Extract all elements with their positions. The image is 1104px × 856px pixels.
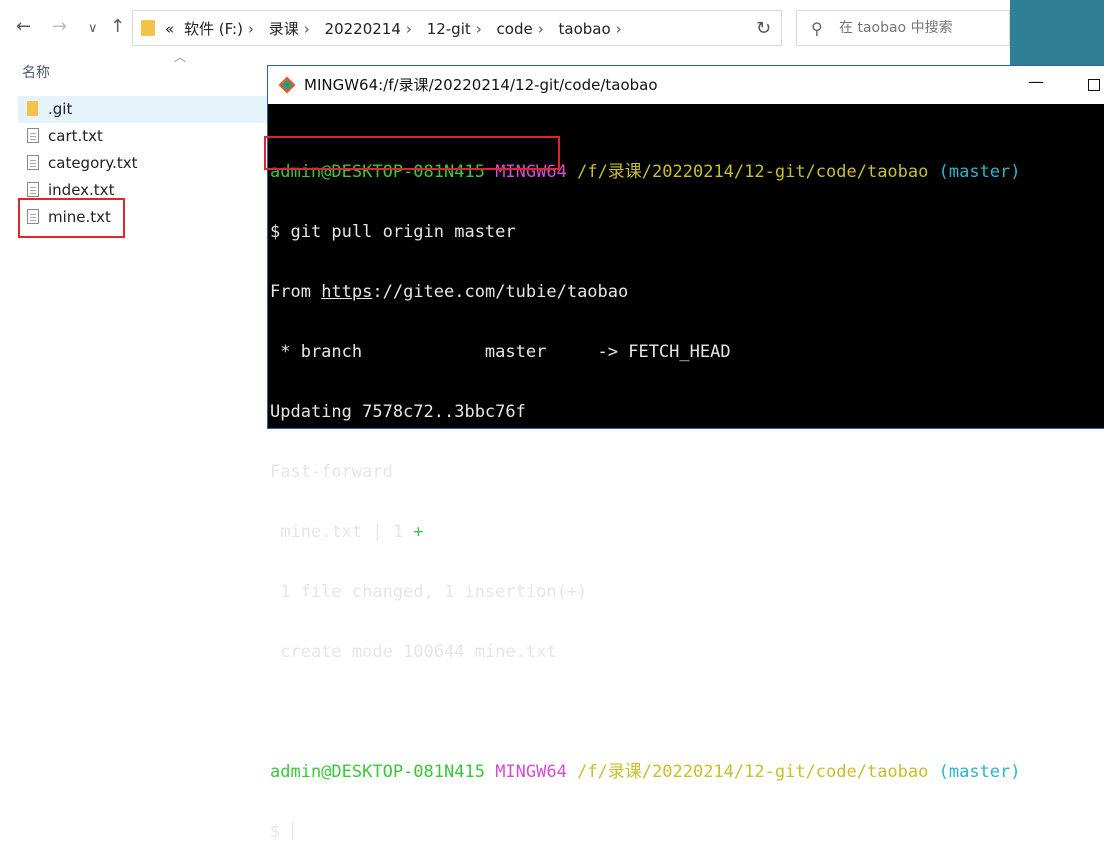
- output-line: * branch master -> FETCH_HEAD: [270, 342, 731, 362]
- input-line[interactable]: $: [270, 822, 1021, 842]
- search-input[interactable]: [837, 19, 1007, 37]
- refresh-icon: ↻: [755, 18, 772, 39]
- prompt-user: admin@DESKTOP-081N415: [270, 762, 485, 782]
- search-box[interactable]: ⚲: [796, 10, 1010, 46]
- output-from-prefix: From: [270, 282, 322, 302]
- recent-locations-button[interactable]: ∨: [88, 19, 98, 39]
- chevron-right-icon[interactable]: ›: [304, 20, 310, 38]
- output-line: Updating 7578c72..3bbc76f: [270, 402, 526, 422]
- breadcrumb-item[interactable]: 录课: [269, 20, 299, 38]
- breadcrumb-item[interactable]: 软件 (F:): [184, 20, 243, 38]
- text-file-icon: [27, 182, 39, 197]
- prompt-branch: (master): [938, 762, 1021, 782]
- chevron-right-icon[interactable]: ›: [406, 20, 412, 38]
- text-file-icon: [27, 128, 39, 143]
- address-bar[interactable]: « 软件 (F:) › 录课 › 20220214 › 12-git › code › t…: [132, 10, 859, 46]
- refresh-button[interactable]: ↻: [746, 10, 782, 46]
- breadcrumb-item[interactable]: 20220214: [325, 20, 401, 38]
- file-name: category.txt: [48, 154, 138, 172]
- address-toolbar: ← → ∨ ↑ « 软件 (F:) › 录课 › 20220214 › 12-git ›…: [0, 0, 1104, 58]
- folder-icon: [141, 20, 155, 36]
- maximize-button[interactable]: [1088, 79, 1100, 91]
- breadcrumb-item[interactable]: code: [497, 20, 533, 38]
- output-url-scheme[interactable]: https: [321, 282, 372, 302]
- chevron-right-icon[interactable]: ›: [476, 20, 482, 38]
- terminal-title: MINGW64:/f/录课/20220214/12-git/code/taoba…: [304, 76, 658, 94]
- text-file-icon: [27, 155, 39, 170]
- sort-arrow-icon: ︿: [174, 50, 187, 64]
- diffstat-plus: +: [413, 522, 424, 542]
- prompt-line: admin@DESKTOP-081N415 MINGW64 /f/录课/2022…: [270, 762, 1021, 782]
- output-line: Fast-forward: [270, 462, 393, 482]
- command-line: $ git pull origin master: [270, 222, 516, 242]
- terminal-output[interactable]: admin@DESKTOP-081N415 MINGW64 /f/录课/2022…: [270, 122, 1021, 856]
- output-line: create mode 100644 mine.txt: [270, 642, 557, 662]
- output-line: From https://gitee.com/tubie/taobao: [270, 282, 1021, 302]
- up-button[interactable]: ↑: [110, 17, 125, 37]
- breadcrumb: « 软件 (F:) › 录课 › 20220214 › 12-git › code › t…: [165, 19, 632, 39]
- git-bash-logo-icon: [278, 76, 296, 94]
- search-icon: ⚲: [811, 19, 823, 38]
- highlight-box-command: [264, 136, 560, 170]
- git-bash-window[interactable]: MINGW64:/f/录课/20220214/12-git/code/taoba…: [264, 66, 1104, 842]
- terminal-titlebar[interactable]: MINGW64:/f/录课/20220214/12-git/code/taoba…: [268, 66, 1104, 104]
- breadcrumb-item[interactable]: taobao: [559, 20, 611, 38]
- file-name: index.txt: [48, 181, 115, 199]
- minimize-button[interactable]: —: [1028, 72, 1044, 91]
- chevron-right-icon[interactable]: ›: [538, 20, 544, 38]
- folder-icon: [27, 101, 38, 116]
- text-cursor: [292, 822, 294, 840]
- column-header-name[interactable]: 名称: [22, 62, 50, 82]
- breadcrumb-overflow[interactable]: «: [165, 20, 174, 38]
- forward-button[interactable]: →: [52, 17, 67, 37]
- prompt-path: /f/录课/20220214/12-git/code/taobao: [577, 762, 929, 782]
- breadcrumb-item[interactable]: 12-git: [427, 20, 471, 38]
- file-name: .git: [48, 100, 73, 118]
- output-line: mine.txt | 1 +: [270, 522, 1021, 542]
- diffstat-file: mine.txt | 1: [270, 522, 414, 542]
- prompt-path: /f/录课/20220214/12-git/code/taobao: [577, 162, 929, 182]
- output-line: 1 file changed, 1 insertion(+): [270, 582, 588, 602]
- back-button[interactable]: ←: [16, 17, 31, 37]
- chevron-right-icon[interactable]: ›: [616, 20, 622, 38]
- input-prompt: $: [270, 822, 291, 842]
- list-item[interactable]: cart.txt: [18, 123, 268, 150]
- highlight-box-mine-file: [18, 198, 125, 238]
- file-name: cart.txt: [48, 127, 103, 145]
- prompt-shell: MINGW64: [495, 762, 567, 782]
- chevron-right-icon[interactable]: ›: [248, 20, 254, 38]
- prompt-branch: (master): [938, 162, 1021, 182]
- list-item[interactable]: .git: [18, 96, 268, 123]
- list-item[interactable]: category.txt: [18, 150, 268, 177]
- output-url-rest: ://gitee.com/tubie/taobao: [372, 282, 629, 302]
